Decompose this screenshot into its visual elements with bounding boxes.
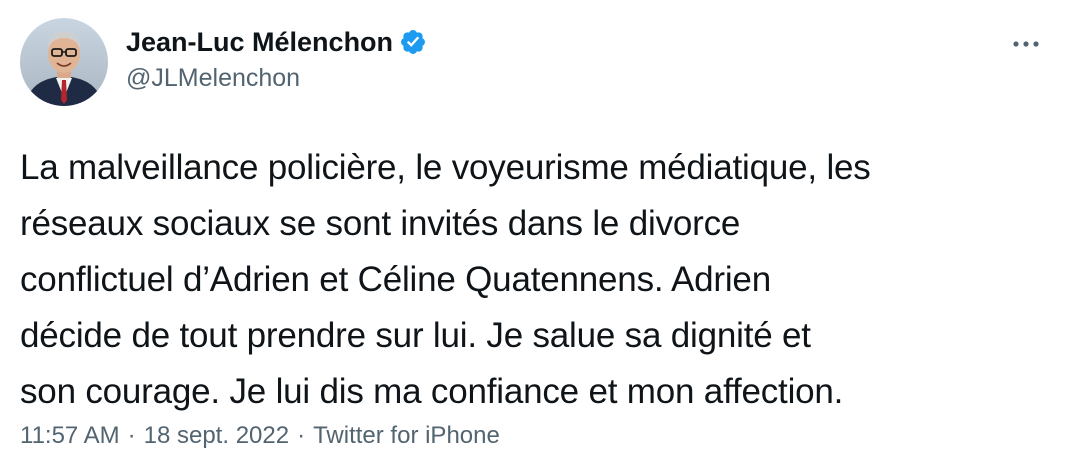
more-options-icon[interactable] [1008, 34, 1044, 54]
tweet-date: 18 sept. 2022 [143, 422, 290, 449]
tweet-text: La malveillance policière, le voyeurisme… [20, 148, 871, 411]
tweet-time: 11:57 AM [20, 422, 120, 449]
tweet-header: Jean-Luc Mélenchon @JLMelenchon [20, 18, 427, 106]
verified-badge-icon [399, 28, 427, 56]
avatar[interactable] [20, 18, 108, 106]
meta-separator: · [297, 422, 306, 449]
author-block: Jean-Luc Mélenchon @JLMelenchon [126, 25, 427, 95]
tweet-source-link[interactable]: Twitter for iPhone [313, 422, 500, 449]
avatar-image [20, 18, 108, 106]
tweet-time-link[interactable]: 11:57 AM · 18 sept. 2022 [20, 422, 289, 449]
author-display-name[interactable]: Jean-Luc Mélenchon [126, 25, 393, 59]
tweet-meta: 11:57 AM · 18 sept. 2022 · Twitter for iPhon… [20, 420, 500, 452]
meta-separator: · [127, 422, 136, 449]
author-handle[interactable]: @JLMelenchon [126, 61, 427, 95]
tweet-card: Jean-Luc Mélenchon @JLMelenchon La malve… [0, 0, 1068, 474]
name-row: Jean-Luc Mélenchon [126, 25, 427, 59]
